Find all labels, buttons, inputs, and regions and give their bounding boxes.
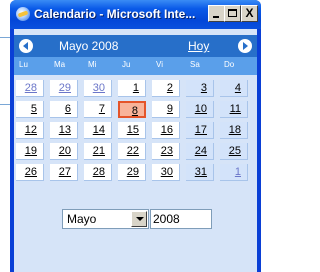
title-bar[interactable]: Calendario - Microsoft Inte... X (10, 0, 261, 29)
month-header: Mayo 2008 Hoy (14, 35, 257, 57)
close-button[interactable]: X (241, 5, 258, 22)
day-cell[interactable]: 12 (16, 122, 44, 139)
day-cell[interactable]: 17 (186, 122, 214, 139)
day-cell[interactable]: 25 (220, 143, 248, 160)
next-month-button[interactable] (238, 39, 252, 53)
day-cell[interactable]: 27 (50, 164, 78, 181)
weekday-label: Do (224, 60, 235, 69)
day-cell[interactable]: 1 (118, 80, 146, 97)
day-cell[interactable]: 23 (152, 143, 180, 160)
weekday-label: Sa (190, 60, 200, 69)
day-cell[interactable]: 28 (84, 164, 112, 181)
close-icon: X (245, 6, 254, 20)
maximize-button[interactable] (224, 5, 241, 22)
day-cell[interactable]: 31 (186, 164, 214, 181)
day-cell[interactable]: 22 (118, 143, 146, 160)
day-cell[interactable]: 18 (220, 122, 248, 139)
day-cell[interactable]: 4 (220, 80, 248, 97)
day-cell[interactable]: 2 (152, 80, 180, 97)
calendar-window: Calendario - Microsoft Inte... X Mayo 20… (10, 0, 261, 272)
dropdown-arrow-icon[interactable] (131, 211, 147, 227)
year-input[interactable]: 2008 (150, 209, 212, 229)
day-cell[interactable]: 20 (50, 143, 78, 160)
day-cell[interactable]: 10 (186, 101, 214, 118)
month-select-value: Mayo (67, 212, 97, 226)
chevron-left-icon (23, 42, 28, 50)
weekday-label: Vi (156, 60, 163, 69)
day-cell[interactable]: 13 (50, 122, 78, 139)
window-title: Calendario - Microsoft Inte... (34, 7, 196, 21)
day-cell[interactable]: 14 (84, 122, 112, 139)
today-link[interactable]: Hoy (188, 39, 209, 53)
day-cell[interactable]: 7 (84, 101, 112, 118)
day-cell-today[interactable]: 8 (118, 101, 146, 118)
day-cell[interactable]: 21 (84, 143, 112, 160)
internet-explorer-icon (16, 7, 30, 21)
day-cell[interactable]: 16 (152, 122, 180, 139)
day-cell[interactable]: 11 (220, 101, 248, 118)
calendar-panel: Mayo 2008 Hoy Lu Ma Mi Ju Vi Sa Do 28 29… (14, 29, 257, 272)
previous-month-button[interactable] (19, 39, 33, 53)
day-cell[interactable]: 28 (16, 80, 44, 97)
day-cell[interactable]: 19 (16, 143, 44, 160)
weekday-header-row: Lu Ma Mi Ju Vi Sa Do (14, 57, 257, 75)
day-cell[interactable]: 24 (186, 143, 214, 160)
day-cell[interactable]: 30 (152, 164, 180, 181)
month-title: Mayo 2008 (59, 39, 119, 53)
minimize-icon (213, 16, 219, 18)
month-select[interactable]: Mayo (62, 209, 149, 229)
minimize-button[interactable] (208, 5, 225, 22)
day-cell[interactable]: 1 (220, 164, 248, 181)
day-cell[interactable]: 15 (118, 122, 146, 139)
day-cell[interactable]: 26 (16, 164, 44, 181)
weekday-label: Lu (19, 60, 28, 69)
day-cell[interactable]: 30 (84, 80, 112, 97)
day-grid: 28 29 30 1 2 3 4 5 6 7 8 9 10 11 12 13 1… (14, 75, 257, 201)
day-cell[interactable]: 5 (16, 101, 44, 118)
maximize-icon (228, 9, 237, 17)
weekday-label: Mi (88, 60, 97, 69)
day-cell[interactable]: 29 (50, 80, 78, 97)
weekday-label: Ma (54, 60, 66, 69)
weekday-label: Ju (122, 60, 131, 69)
day-cell[interactable]: 6 (50, 101, 78, 118)
chevron-right-icon (243, 42, 248, 50)
day-cell[interactable]: 9 (152, 101, 180, 118)
day-cell[interactable]: 29 (118, 164, 146, 181)
day-cell[interactable]: 3 (186, 80, 214, 97)
